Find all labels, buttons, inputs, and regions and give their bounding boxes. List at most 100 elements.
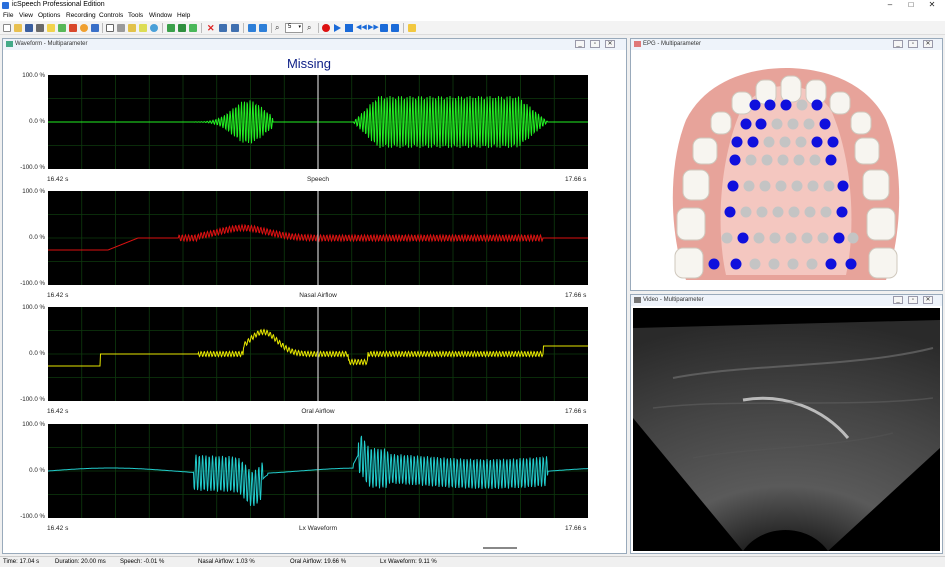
page-title: Missing	[286, 56, 332, 71]
highlight-icon[interactable]	[139, 24, 147, 32]
waveform-window-titlebar: Waveform - Multiparameter _ ▫ ✕	[3, 39, 626, 50]
epg-contact-7-3	[768, 258, 780, 270]
oral-airflow-channel-label: Oral Airflow	[301, 408, 335, 415]
epg-contact-3-2	[761, 154, 773, 166]
epg-close-button[interactable]: ✕	[923, 40, 933, 48]
zoom-out-icon[interactable]: ⌕	[307, 24, 315, 32]
menu-options[interactable]: Options	[38, 12, 60, 19]
oral-airflow-time-end: 17.66 s	[565, 408, 587, 415]
channel-settings-icon[interactable]	[189, 24, 197, 32]
epg-contact-0-2	[780, 99, 792, 111]
epg-contact-6-6	[817, 232, 829, 244]
chart-icon[interactable]	[58, 24, 66, 32]
epg-contact-1-3	[787, 118, 799, 130]
fast-forward-icon[interactable]: ▶▶	[368, 24, 379, 32]
epg-contact-0-4	[811, 99, 823, 111]
epg-contact-2-6	[827, 136, 839, 148]
play-icon[interactable]	[334, 24, 341, 32]
zoom-vertical-icon[interactable]	[259, 24, 267, 32]
nasal-airflow-plot[interactable]	[48, 191, 588, 285]
split-icon[interactable]	[219, 24, 227, 32]
epg-contact-7-5	[806, 258, 818, 270]
menu-controls[interactable]: Controls	[99, 12, 123, 19]
pencil-icon[interactable]	[128, 24, 136, 32]
epg-contact-1-1	[755, 118, 767, 130]
add-channel-icon[interactable]	[167, 24, 175, 32]
help-icon[interactable]	[150, 24, 158, 32]
palette-icon[interactable]	[80, 24, 88, 32]
epg-minimize-button[interactable]: _	[893, 40, 903, 48]
layout-icon[interactable]	[231, 24, 239, 32]
epg-contact-4-7	[837, 180, 849, 192]
maximize-button[interactable]: □	[901, 0, 921, 11]
epg-contact-5-4	[788, 206, 800, 218]
app-title: icSpeech Professional Edition	[12, 1, 105, 8]
menu-recording[interactable]: Recording	[66, 12, 96, 19]
epg-contact-2-4	[795, 136, 807, 148]
panel-minimize-button[interactable]: _	[575, 40, 585, 48]
epg-contact-5-2	[756, 206, 768, 218]
page-icon[interactable]	[106, 24, 114, 32]
epg-contact-5-3	[772, 206, 784, 218]
epg-contact-7-6	[825, 258, 837, 270]
menu-window[interactable]: Window	[149, 12, 172, 19]
new-icon[interactable]	[3, 24, 11, 32]
lx-waveform-plot[interactable]	[48, 424, 588, 518]
epg-contact-4-0	[727, 180, 739, 192]
epg-contact-7-4	[787, 258, 799, 270]
video-restore-button[interactable]: ▫	[908, 296, 918, 304]
epg-contact-0-0	[749, 99, 761, 111]
epg-contact-3-1	[745, 154, 757, 166]
speech-plot[interactable]	[48, 75, 588, 169]
zoom-level-select[interactable]: 5 ▾	[285, 23, 303, 33]
folder-icon[interactable]	[47, 24, 55, 32]
epg-contact-2-5	[811, 136, 823, 148]
record-icon[interactable]	[322, 24, 330, 32]
open-icon[interactable]	[14, 24, 22, 32]
zoom-horizontal-icon[interactable]	[248, 24, 256, 32]
nasal-airflow-y-mid-label: 0.0 %	[29, 234, 45, 241]
stop-icon[interactable]	[345, 24, 353, 32]
epg-contact-2-1	[747, 136, 759, 148]
epg-contact-6-5	[801, 232, 813, 244]
menu-tools[interactable]: Tools	[128, 12, 143, 19]
epg-contact-3-6	[825, 154, 837, 166]
status-bar: Time: 17.04 s Duration: 20.00 ms Speech:…	[0, 556, 945, 567]
menu-view[interactable]: View	[19, 12, 33, 19]
oral-airflow-y-top-label: 100.0 %	[22, 304, 45, 311]
epg-contact-4-6	[823, 180, 835, 192]
menu-help[interactable]: Help	[177, 12, 190, 19]
rewind-icon[interactable]: ◀◀	[356, 24, 367, 32]
lx-waveform-time-end: 17.66 s	[565, 525, 587, 532]
speech-channel-label: Speech	[306, 176, 330, 183]
status-oral: Oral Airflow: 19.66 %	[290, 559, 347, 565]
minimize-button[interactable]: –	[880, 0, 900, 11]
epg-contact-5-6	[820, 206, 832, 218]
scroll-grip[interactable]	[483, 547, 517, 549]
epg-window: EPG - Multiparameter _ ▫ ✕	[630, 38, 943, 291]
loop-icon[interactable]	[380, 24, 388, 32]
menu-file[interactable]: File	[3, 12, 13, 19]
panel-close-button[interactable]: ✕	[605, 40, 615, 48]
speech-time-end: 17.66 s	[565, 176, 587, 183]
screen-icon[interactable]	[91, 24, 99, 32]
save-icon[interactable]	[25, 24, 33, 32]
speech-time-start: 16.42 s	[47, 176, 69, 183]
grid-icon[interactable]	[117, 24, 125, 32]
nasal-airflow-y-bottom-label: -100.0 %	[20, 280, 45, 287]
epg-contact-0-1	[764, 99, 776, 111]
print-icon[interactable]	[36, 24, 44, 32]
delete-icon[interactable]: ✕	[207, 24, 215, 33]
record-settings-icon[interactable]	[69, 24, 77, 32]
remove-channel-icon[interactable]	[178, 24, 186, 32]
export-icon[interactable]	[408, 24, 416, 32]
zoom-icon[interactable]: ⌕	[275, 24, 283, 32]
panel-restore-button[interactable]: ▫	[590, 40, 600, 48]
video-minimize-button[interactable]: _	[893, 296, 903, 304]
close-button[interactable]: ✕	[922, 0, 942, 11]
status-nasal: Nasal Airflow: 1.03 %	[198, 559, 255, 565]
oral-airflow-plot[interactable]	[48, 307, 588, 401]
video-close-button[interactable]: ✕	[923, 296, 933, 304]
epg-restore-button[interactable]: ▫	[908, 40, 918, 48]
step-icon[interactable]	[391, 24, 399, 32]
